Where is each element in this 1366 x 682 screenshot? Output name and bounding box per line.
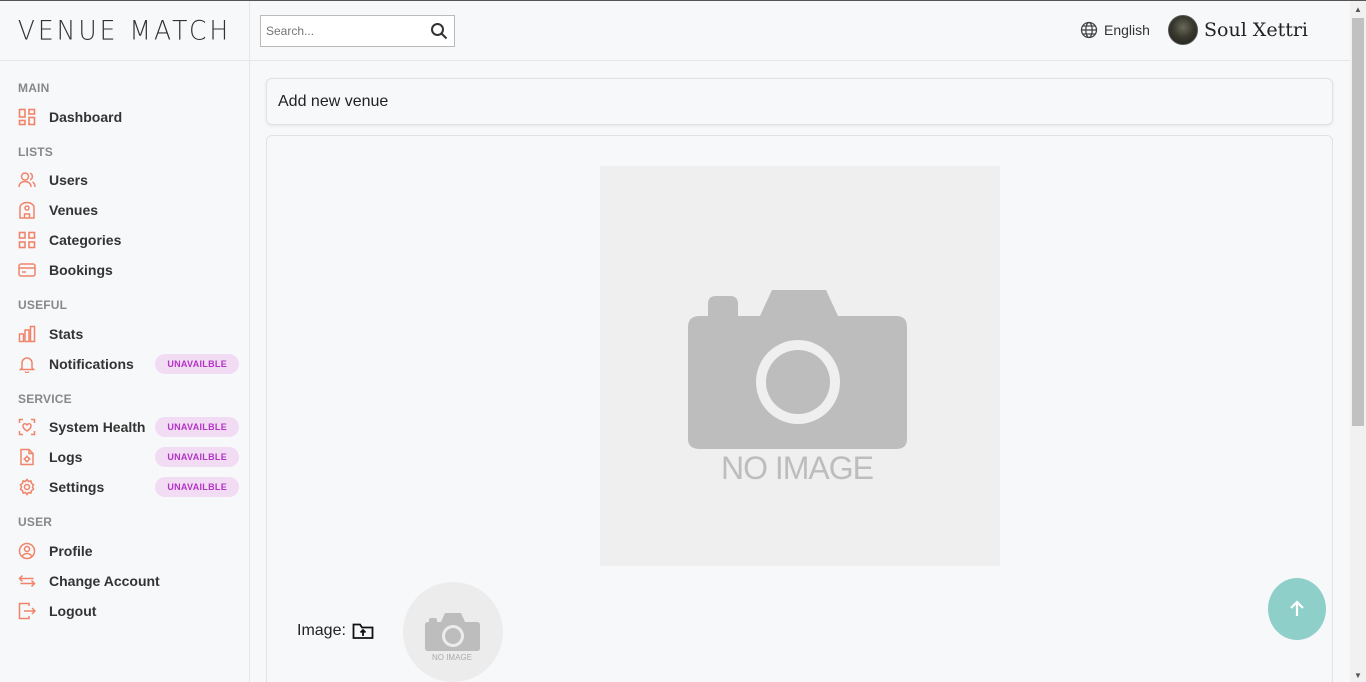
sidebar-item-notifications[interactable]: Notifications UNAVAILBLE <box>18 351 239 377</box>
sidebar-item-label: Notifications <box>49 356 134 372</box>
categories-icon <box>18 231 36 249</box>
status-badge: UNAVAILBLE <box>155 447 239 467</box>
sidebar-item-label: Categories <box>49 232 122 248</box>
sidebar-item-label: Change Account <box>49 573 160 589</box>
section-title-user: USER <box>18 515 53 529</box>
topbar: English Soul Xettri <box>250 1 1350 61</box>
language-label: English <box>1104 22 1150 38</box>
language-selector[interactable]: English <box>1080 21 1150 39</box>
status-badge: UNAVAILBLE <box>155 477 239 497</box>
camera-placeholder-icon: NO IMAGE <box>688 290 907 486</box>
bell-icon <box>18 355 36 373</box>
user-menu[interactable]: Soul Xettri <box>1168 15 1308 45</box>
status-badge: UNAVAILBLE <box>155 417 239 437</box>
user-name: Soul Xettri <box>1204 19 1309 41</box>
section-title-service: SERVICE <box>18 392 72 406</box>
sidebar-item-logs[interactable]: Logs UNAVAILBLE <box>18 444 239 470</box>
sidebar-item-users[interactable]: Users <box>18 167 239 193</box>
section-title-lists: LISTS <box>18 145 54 159</box>
sidebar-item-label: Venues <box>49 202 99 218</box>
no-image-text: NO IMAGE <box>721 450 873 486</box>
app-logo[interactable]: VENUE MATCH <box>18 15 231 45</box>
sidebar-item-label: Logs <box>49 449 83 465</box>
sidebar-item-venues[interactable]: Venues <box>18 197 239 223</box>
scrollbar[interactable]: ▲ ▼ <box>1350 1 1366 682</box>
users-icon <box>18 171 36 189</box>
sidebar-item-logout[interactable]: Logout <box>18 598 239 624</box>
sidebar-item-label: System Health <box>49 419 146 435</box>
profile-icon <box>18 542 36 560</box>
scroll-thumb[interactable] <box>1352 18 1364 426</box>
logs-icon <box>18 448 36 466</box>
image-thumbnail: NO IMAGE <box>403 582 503 682</box>
stats-icon <box>18 325 36 343</box>
image-field: Image: <box>297 622 374 640</box>
scroll-down-arrow-icon[interactable]: ▼ <box>1350 667 1366 682</box>
arrow-up-icon <box>1290 600 1304 616</box>
status-badge: UNAVAILBLE <box>155 354 239 374</box>
swap-icon <box>18 572 36 590</box>
camera-placeholder-icon: NO IMAGE <box>425 613 480 662</box>
search-box <box>260 15 455 47</box>
scroll-to-top-button[interactable] <box>1268 578 1326 640</box>
sidebar-item-system-health[interactable]: System Health UNAVAILBLE <box>18 414 239 440</box>
logo-container: VENUE MATCH <box>0 1 249 61</box>
avatar <box>1168 15 1198 45</box>
sidebar-item-stats[interactable]: Stats <box>18 321 239 347</box>
sidebar-item-dashboard[interactable]: Dashboard <box>18 104 239 130</box>
sidebar-item-label: Profile <box>49 543 93 559</box>
sidebar-item-categories[interactable]: Categories <box>18 227 239 253</box>
no-image-text: NO IMAGE <box>432 653 472 662</box>
sidebar-item-bookings[interactable]: Bookings <box>18 257 239 283</box>
image-label: Image: <box>297 622 346 639</box>
logout-icon <box>18 602 36 620</box>
venue-icon <box>18 201 36 219</box>
upload-folder-icon[interactable] <box>352 622 374 640</box>
page-title: Add new venue <box>278 92 389 110</box>
sidebar-item-label: Settings <box>49 479 105 495</box>
dashboard-icon <box>18 108 36 126</box>
sidebar-item-label: Users <box>49 172 88 188</box>
globe-icon <box>1080 21 1098 39</box>
section-title-main: MAIN <box>18 81 50 95</box>
image-preview: NO IMAGE <box>600 166 1000 566</box>
sidebar-item-label: Stats <box>49 326 84 342</box>
health-icon <box>18 418 36 436</box>
sidebar-item-label: Dashboard <box>49 109 123 125</box>
sidebar-item-settings[interactable]: Settings UNAVAILBLE <box>18 474 239 500</box>
search-icon[interactable] <box>424 22 454 40</box>
sidebar-item-label: Logout <box>49 603 97 619</box>
sidebar: VENUE MATCH MAIN Dashboard LISTS Users V… <box>0 1 250 682</box>
section-title-useful: USEFUL <box>18 298 68 312</box>
scroll-up-arrow-icon[interactable]: ▲ <box>1350 1 1366 17</box>
gear-icon <box>18 478 36 496</box>
page-title-card: Add new venue <box>266 78 1333 125</box>
sidebar-item-profile[interactable]: Profile <box>18 538 239 564</box>
sidebar-item-change-account[interactable]: Change Account <box>18 568 239 594</box>
sidebar-item-label: Bookings <box>49 262 113 278</box>
search-input[interactable] <box>261 24 424 38</box>
bookings-icon <box>18 261 36 279</box>
